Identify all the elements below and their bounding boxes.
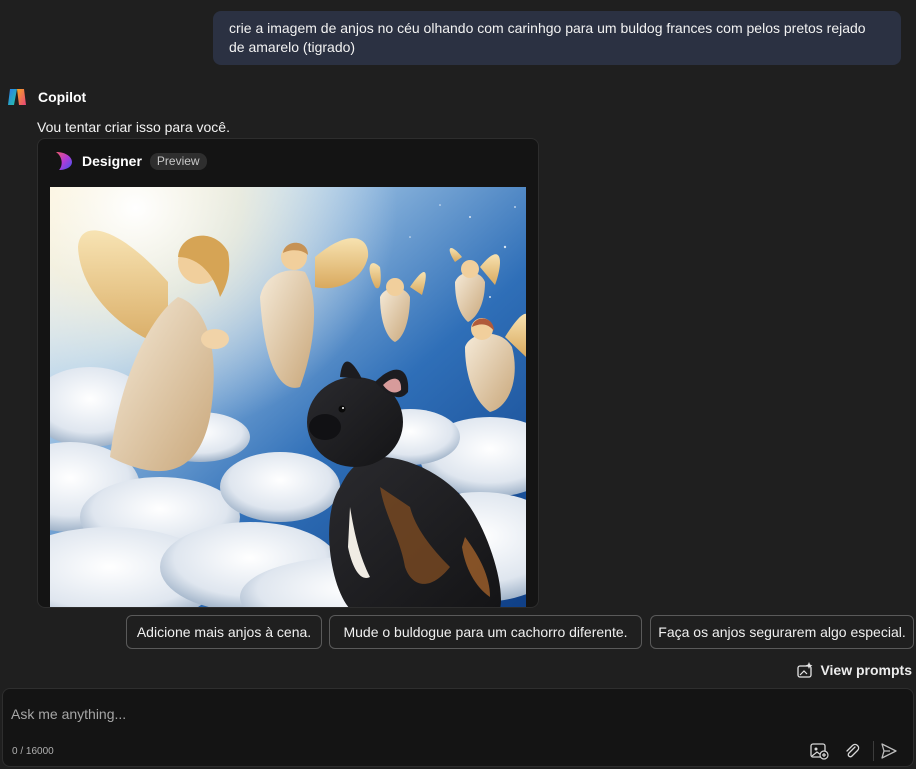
- suggestion-chip-3[interactable]: Faça os anjos segurarem algo especial.: [650, 615, 914, 649]
- assistant-reply-text: Vou tentar criar isso para você.: [37, 119, 230, 135]
- designer-logo-icon: [56, 152, 72, 170]
- attach-button[interactable]: [841, 740, 863, 762]
- copilot-logo-icon: [8, 89, 26, 105]
- designer-card: Designer Preview: [37, 138, 539, 608]
- assistant-header: Copilot: [6, 86, 86, 108]
- designer-header: Designer Preview: [54, 150, 207, 172]
- assistant-name: Copilot: [38, 89, 87, 105]
- user-message-bubble: crie a imagem de anjos no céu olhando co…: [213, 11, 901, 65]
- view-prompts-button[interactable]: View prompts: [796, 661, 912, 679]
- preview-badge: Preview: [149, 152, 207, 170]
- view-prompts-label: View prompts: [820, 662, 912, 678]
- send-button[interactable]: [878, 740, 900, 762]
- generated-image-artwork: [50, 187, 526, 607]
- suggestion-chip-2[interactable]: Mude o buldogue para um cachorro diferen…: [329, 615, 642, 649]
- generated-image[interactable]: [50, 187, 526, 607]
- add-image-button[interactable]: [808, 740, 830, 762]
- send-icon: [881, 743, 897, 759]
- suggestion-chip-1[interactable]: Adicione mais anjos à cena.: [126, 615, 322, 649]
- char-counter: 0 / 16000: [12, 746, 54, 757]
- user-message-text: crie a imagem de anjos no céu olhando co…: [229, 20, 866, 55]
- message-input[interactable]: [11, 703, 891, 725]
- attach-icon: [846, 743, 860, 758]
- designer-title: Designer: [82, 153, 142, 169]
- composer-divider: [873, 741, 874, 761]
- add-image-icon: [810, 743, 829, 760]
- composer: 0 / 16000: [2, 688, 914, 767]
- sparkle-image-icon: [797, 662, 813, 678]
